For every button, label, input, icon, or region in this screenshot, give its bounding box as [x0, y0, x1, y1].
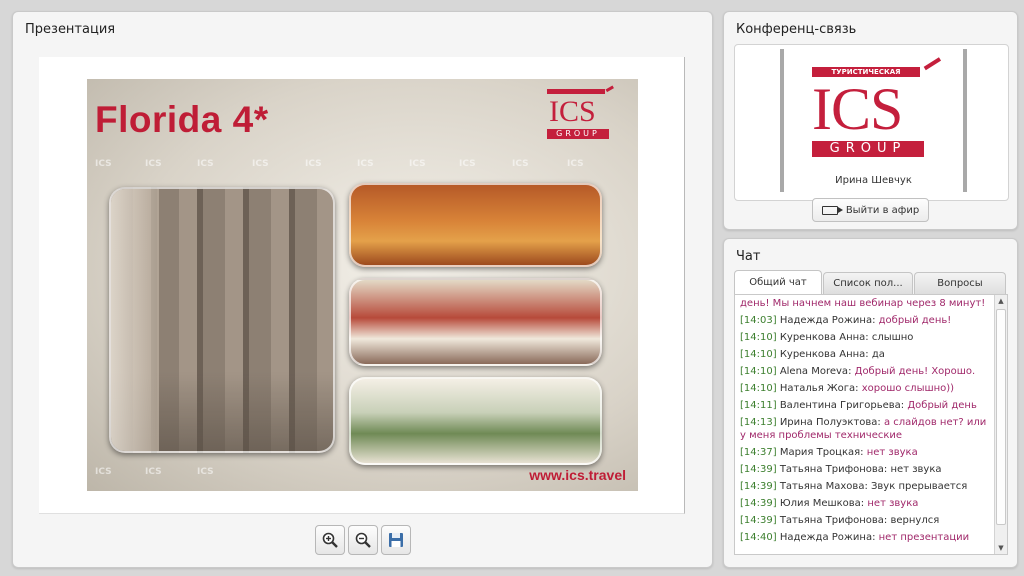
slide-heading: Florida 4*	[95, 99, 269, 140]
slide: ICS ICS ICS ICS ICS ICS ICS ICS ICS ICS …	[87, 79, 638, 491]
message-text: Звук прерывается	[871, 481, 968, 492]
message-text: добрый день!	[878, 315, 952, 326]
message-author: Надежда Рожина:	[779, 532, 876, 543]
message-time: [14:11]	[740, 400, 777, 411]
message-time: [14:39]	[740, 498, 777, 509]
slide-logo: ICS GROUP	[547, 85, 617, 141]
message-author: Ирина Полуэктова:	[779, 417, 881, 428]
chat-message: [14:37] Мария Троцкая: нет звука	[740, 444, 992, 461]
zoom-out-button[interactable]	[348, 525, 378, 555]
chat-messages: день! Мы начнем наш вебинар через 8 мину…	[734, 294, 1008, 555]
chat-tabs: Общий чат Список пол... Вопросы	[734, 270, 1007, 294]
chat-message: [14:13] Ирина Полуэктова: а слайдов нет?…	[740, 414, 992, 444]
message-author: Валентина Григорьева:	[779, 400, 905, 411]
go-on-air-button[interactable]: Выйти в афир	[812, 198, 929, 222]
message-text: Добрый день! Хорошо.	[854, 366, 976, 377]
message-text: слышно	[871, 332, 914, 343]
video-area: ТУРИСТИЧЕСКАЯ КОМПАНИЯ ICS GROUP Ирина Ш…	[734, 44, 1009, 201]
message-time: [14:40]	[740, 532, 777, 543]
chat-message: [14:10] Наталья Жога: хорошо слышно))	[740, 380, 992, 397]
message-text: хорошо слышно))	[861, 383, 955, 394]
chat-message: [14:11] Валентина Григорьева: Добрый ден…	[740, 397, 992, 414]
zoom-in-icon	[322, 532, 338, 548]
tab-participants[interactable]: Список пол...	[823, 272, 913, 294]
chat-title: Чат	[736, 249, 761, 264]
message-time: [14:37]	[740, 447, 777, 458]
message-time: [14:39]	[740, 515, 777, 526]
photo-hotel-room	[349, 183, 602, 267]
message-list: день! Мы начнем наш вебинар через 8 мину…	[740, 295, 992, 546]
chat-message: [14:03] Надежда Рожина: добрый день!	[740, 312, 992, 329]
message-time: [14:10]	[740, 366, 777, 377]
chat-message: [14:10] Куренкова Анна: да	[740, 346, 992, 363]
chat-message: [14:10] Куренкова Анна: слышно	[740, 329, 992, 346]
message-text: день! Мы начнем наш вебинар через 8 мину…	[740, 298, 986, 309]
chat-message: [14:10] Alena Moreva: Добрый день! Хорош…	[740, 363, 992, 380]
message-text: нет звука	[866, 447, 918, 458]
save-icon	[389, 533, 403, 547]
message-text: нет звука	[890, 464, 942, 475]
message-author: Татьяна Махова:	[779, 481, 868, 492]
speaker-name: Ирина Шевчук	[835, 175, 912, 186]
message-author: Татьяна Трифонова:	[779, 515, 888, 526]
conference-panel: Конференц-связь ТУРИСТИЧЕСКАЯ КОМПАНИЯ I…	[723, 11, 1018, 230]
message-author: Мария Троцкая:	[779, 447, 864, 458]
presentation-title: Презентация	[25, 22, 116, 37]
message-author: Наталья Жога:	[779, 383, 859, 394]
tab-general-chat[interactable]: Общий чат	[734, 270, 822, 294]
message-time: [14:03]	[740, 315, 777, 326]
scroll-up-icon[interactable]: ▲	[996, 296, 1006, 306]
presentation-panel: Презентация ICS ICS ICS ICS ICS ICS ICS …	[12, 11, 713, 568]
scroll-down-icon[interactable]: ▼	[996, 543, 1006, 553]
message-text: нет презентации	[878, 532, 970, 543]
save-button[interactable]	[381, 525, 411, 555]
message-author: Надежда Рожина:	[779, 315, 876, 326]
message-time: [14:10]	[740, 383, 777, 394]
message-author: Куренкова Анна:	[779, 349, 869, 360]
tab-questions[interactable]: Вопросы	[914, 272, 1006, 294]
chat-message: [14:39] Татьяна Трифонова: вернулся	[740, 512, 992, 529]
chat-message: день! Мы начнем наш вебинар через 8 мину…	[740, 295, 992, 312]
chat-message: [14:39] Юлия Мешкова: нет звука	[740, 495, 992, 512]
photo-courtyard	[349, 377, 602, 465]
message-time: [14:13]	[740, 417, 777, 428]
message-time: [14:10]	[740, 332, 777, 343]
message-time: [14:39]	[740, 464, 777, 475]
photo-street	[109, 187, 335, 453]
message-author: Куренкова Анна:	[779, 332, 869, 343]
photo-restaurant	[349, 278, 602, 366]
camera-icon	[821, 205, 843, 215]
scroll-thumb[interactable]	[996, 309, 1006, 525]
message-time: [14:39]	[740, 481, 777, 492]
video-frame: ТУРИСТИЧЕСКАЯ КОМПАНИЯ ICS GROUP Ирина Ш…	[780, 49, 967, 192]
message-author: Татьяна Трифонова:	[779, 464, 888, 475]
message-text: да	[871, 349, 885, 360]
message-time: [14:10]	[740, 349, 777, 360]
message-text: нет звука	[867, 498, 919, 509]
slide-url: www.ics.travel	[529, 467, 626, 483]
chat-scrollbar[interactable]: ▲ ▼	[994, 295, 1007, 554]
company-logo: ТУРИСТИЧЕСКАЯ КОМПАНИЯ ICS GROUP	[812, 57, 947, 167]
message-author: Юлия Мешкова:	[779, 498, 865, 509]
chat-message: [14:39] Татьяна Махова: Звук прерывается	[740, 478, 992, 495]
conference-title: Конференц-связь	[736, 22, 857, 37]
message-text: Добрый день	[907, 400, 977, 411]
go-on-air-label: Выйти в афир	[845, 204, 920, 216]
chat-panel: Чат Общий чат Список пол... Вопросы день…	[723, 238, 1018, 568]
message-author: Alena Moreva:	[779, 366, 852, 377]
zoom-out-icon	[355, 532, 371, 548]
chat-message: [14:40] Надежда Рожина: нет презентации	[740, 529, 992, 546]
slide-viewport: ICS ICS ICS ICS ICS ICS ICS ICS ICS ICS …	[39, 57, 685, 514]
message-text: вернулся	[890, 515, 940, 526]
zoom-in-button[interactable]	[315, 525, 345, 555]
zoom-toolbar	[315, 525, 411, 555]
chat-message: [14:39] Татьяна Трифонова: нет звука	[740, 461, 992, 478]
